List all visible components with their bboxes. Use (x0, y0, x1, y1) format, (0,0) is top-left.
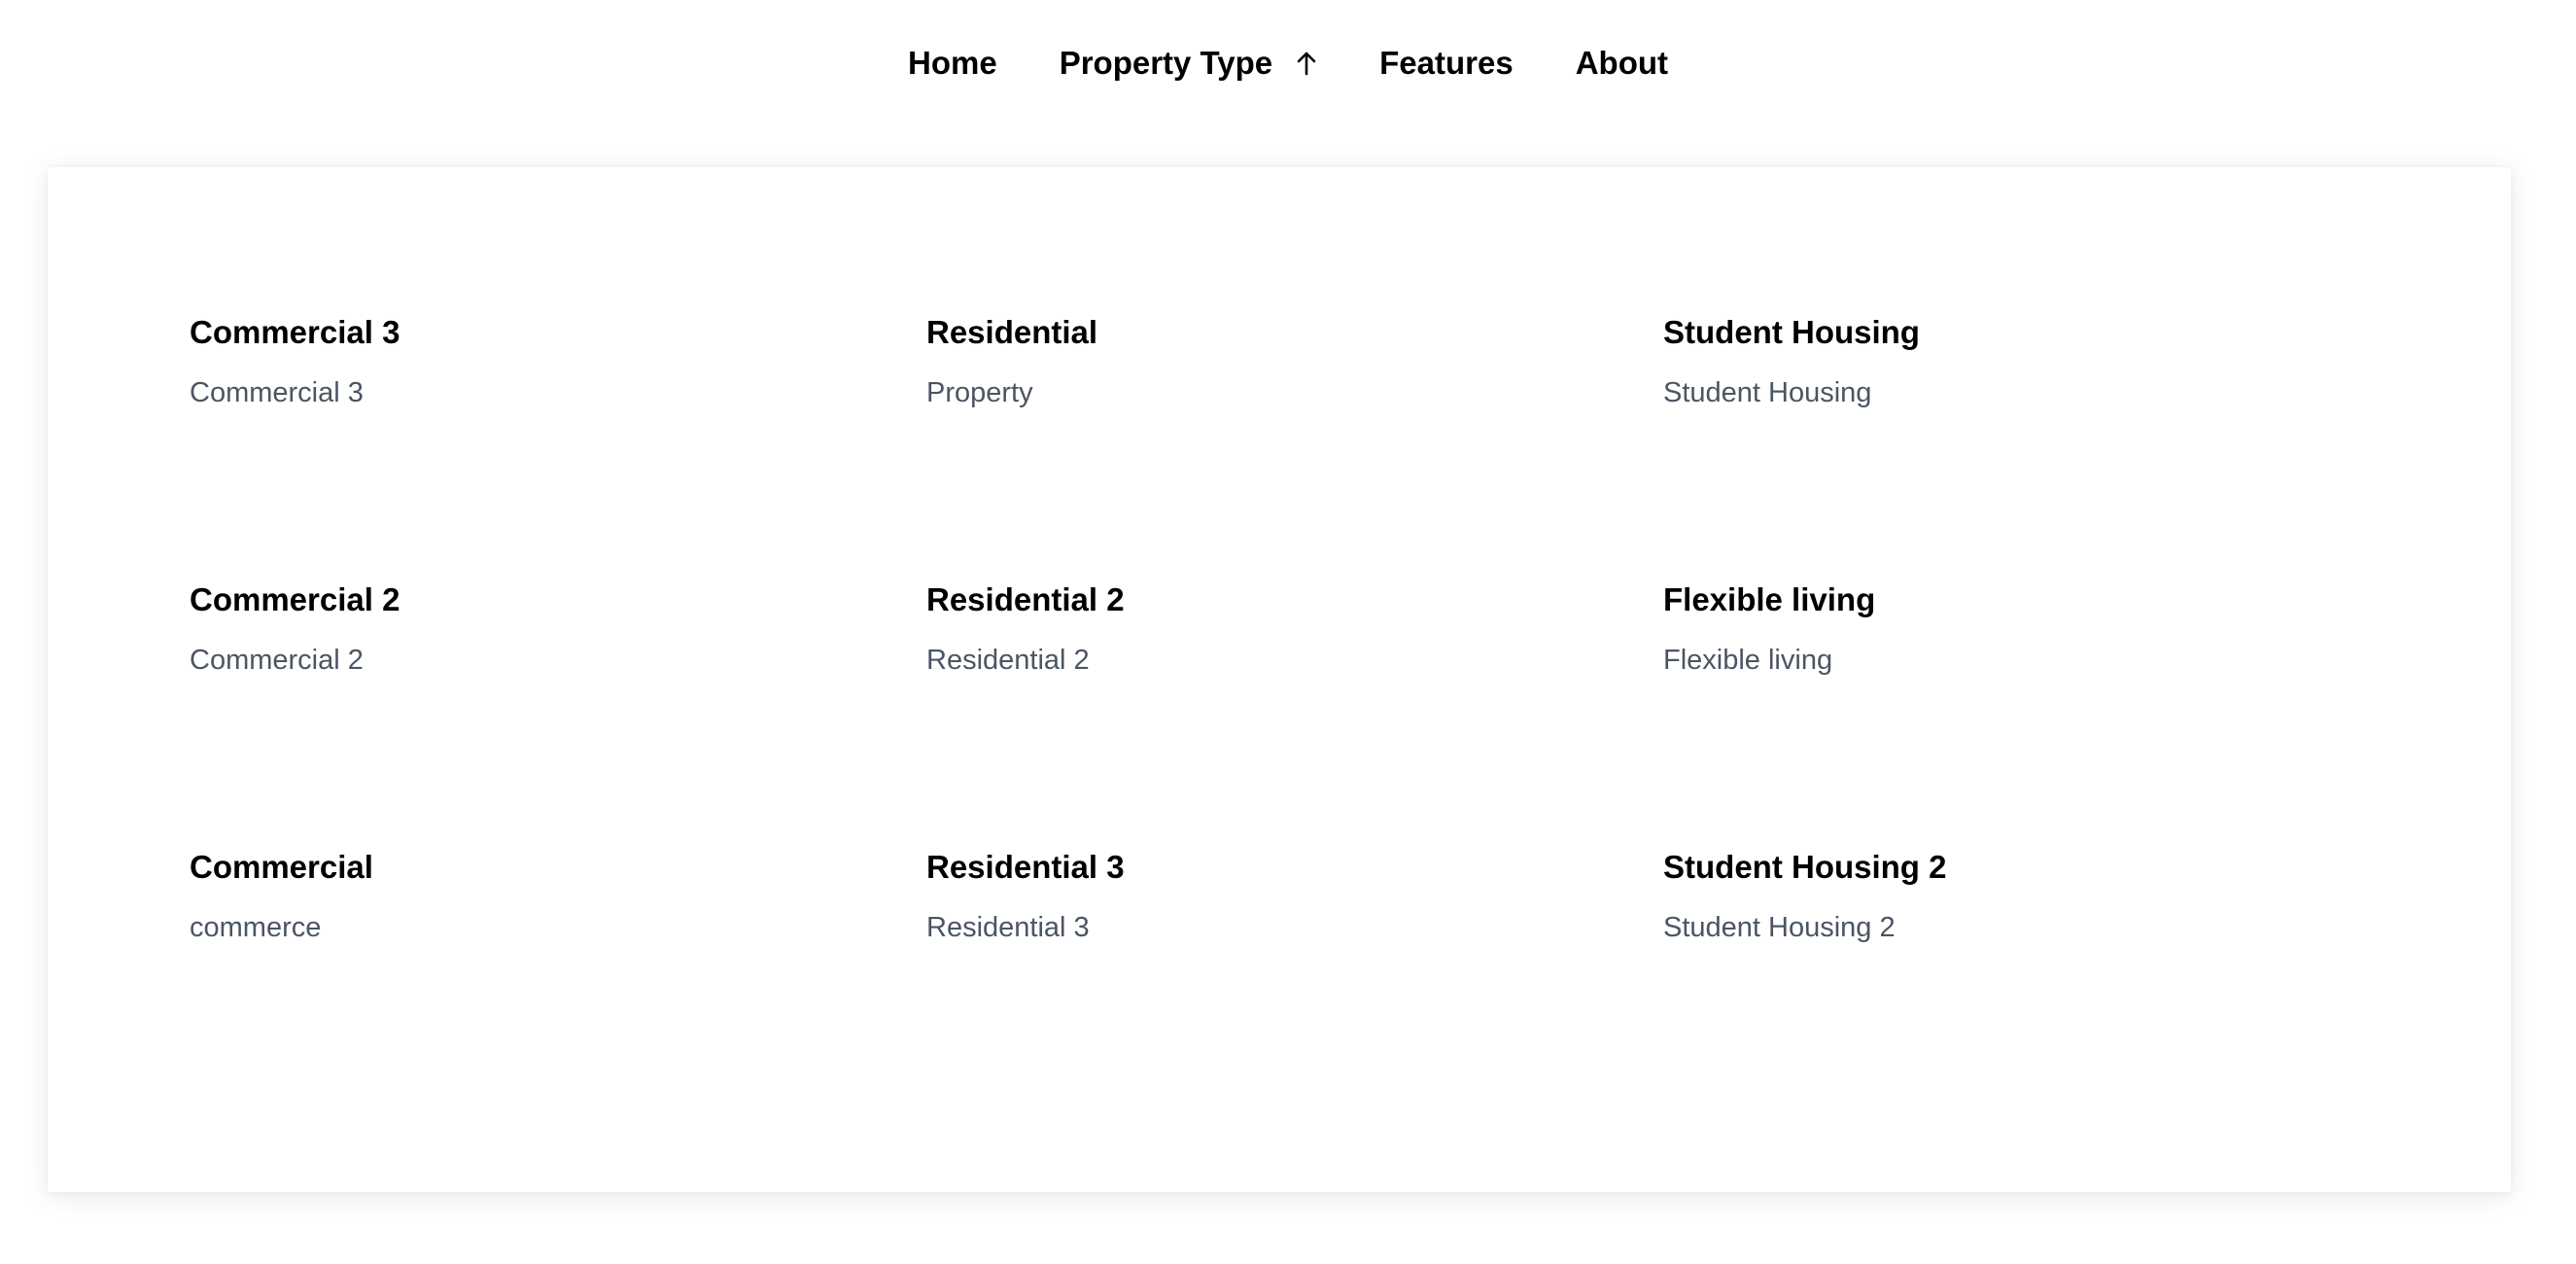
item-title: Flexible living (1663, 581, 1876, 617)
item-title: Commercial 2 (190, 581, 400, 617)
item-subtitle: Residential 2 (926, 645, 1090, 676)
item-subtitle: Commercial 3 (190, 377, 364, 408)
main-nav: Home Property Type Features About (0, 0, 2576, 126)
item-subtitle: Residential 3 (926, 912, 1090, 943)
arrow-up-icon (1296, 51, 1317, 76)
item-title: Residential 2 (926, 581, 1125, 617)
item-subtitle: Student Housing (1663, 377, 1872, 408)
property-type-item-student-housing[interactable]: Student Housing Student Housing (1663, 311, 2400, 579)
item-subtitle: Property (926, 377, 1033, 408)
property-type-item-student-housing-2[interactable]: Student Housing 2 Student Housing 2 (1663, 846, 2400, 1113)
item-subtitle: Flexible living (1663, 645, 1833, 676)
item-title: Student Housing 2 (1663, 849, 1947, 885)
nav-features-label: Features (1379, 45, 1514, 81)
property-type-item-commercial-2[interactable]: Commercial 2 Commercial 2 (190, 579, 926, 846)
property-type-item-commercial[interactable]: Commercial commerce (190, 846, 926, 1113)
property-type-item-residential-3[interactable]: Residential 3 Residential 3 (926, 846, 1663, 1113)
item-title: Student Housing (1663, 314, 1920, 350)
item-title: Residential 3 (926, 849, 1125, 885)
property-type-item-residential-2[interactable]: Residential 2 Residential 2 (926, 579, 1663, 846)
property-type-grid: Commercial 3 Commercial 3 Residential Pr… (190, 311, 2400, 1113)
nav-home-label: Home (908, 45, 997, 81)
property-type-item-commercial-3[interactable]: Commercial 3 Commercial 3 (190, 311, 926, 579)
item-subtitle: Commercial 2 (190, 645, 364, 676)
nav-home-link[interactable]: Home (908, 45, 997, 82)
item-title: Commercial 3 (190, 314, 400, 350)
property-type-item-residential[interactable]: Residential Property (926, 311, 1663, 579)
property-type-dropdown-panel: Commercial 3 Commercial 3 Residential Pr… (48, 167, 2511, 1192)
nav-features-link[interactable]: Features (1379, 45, 1514, 82)
nav-about-label: About (1575, 45, 1668, 81)
nav-about-link[interactable]: About (1576, 45, 1668, 82)
property-type-item-flexible-living[interactable]: Flexible living Flexible living (1663, 579, 2400, 846)
nav-property-type-toggle[interactable]: Property Type (1060, 45, 1317, 82)
item-subtitle: Student Housing 2 (1663, 912, 1896, 943)
nav-property-type-label: Property Type (1059, 45, 1273, 81)
item-subtitle: commerce (190, 912, 322, 943)
item-title: Residential (926, 314, 1098, 350)
item-title: Commercial (190, 849, 373, 885)
